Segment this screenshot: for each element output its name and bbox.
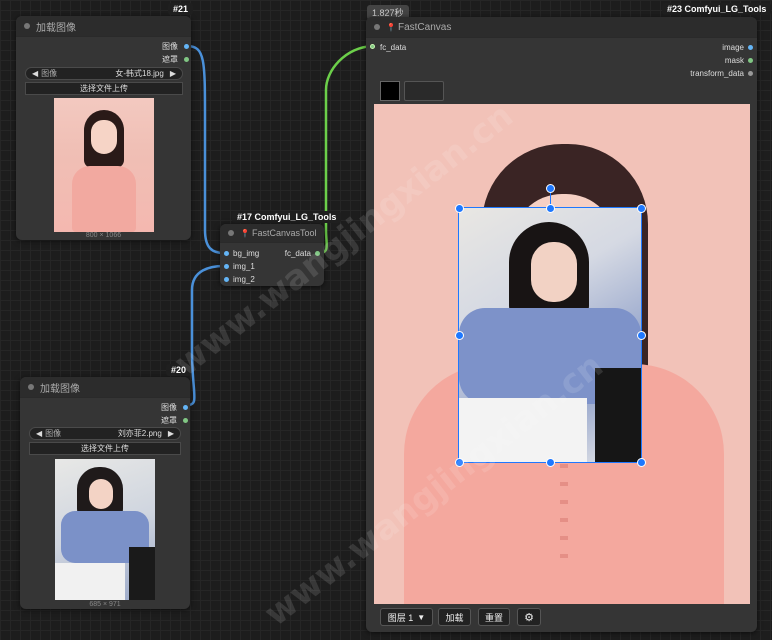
chevron-down-icon: ▼	[417, 612, 426, 622]
resize-handle-right[interactable]	[637, 331, 646, 340]
pin-icon: 📍	[240, 228, 250, 238]
resize-handle-top[interactable]	[546, 204, 555, 213]
rotate-handle[interactable]	[546, 184, 555, 193]
color-swatch-black[interactable]	[380, 81, 400, 101]
fast-canvas-node-23[interactable]: 📍 FastCanvas fc_data image mask transfor…	[366, 17, 757, 632]
output-fc-data-label: fc_data	[284, 249, 311, 258]
node-17-title: FastCanvasTool	[251, 228, 317, 238]
output-image-label: 图像	[161, 403, 177, 412]
input-bg-img-socket[interactable]	[224, 251, 229, 256]
node-21-header[interactable]: 加载图像	[16, 16, 191, 37]
output-fc-data-socket[interactable]	[315, 251, 320, 256]
combo-next-arrow-icon[interactable]: ▶	[168, 429, 174, 438]
layer-dark-shape	[595, 368, 641, 462]
resize-handle-top-right[interactable]	[637, 204, 646, 213]
load-image-node-20[interactable]: 加载图像 图像 遮罩 ◀ 图像 刘亦菲2.png ▶ 选择文件上传 685 × …	[20, 377, 190, 609]
pillow-shape	[55, 563, 125, 600]
node-21-title: 加载图像	[36, 22, 76, 34]
input-bg-img-label: bg_img	[233, 249, 260, 258]
combo-prev-arrow-icon[interactable]: ◀	[32, 69, 38, 78]
upload-button[interactable]: 选择文件上传	[29, 442, 181, 455]
upload-button[interactable]: 选择文件上传	[25, 82, 183, 95]
output-image-label: image	[722, 43, 744, 52]
input-img-2-socket[interactable]	[224, 277, 229, 282]
collapse-dot-icon[interactable]	[374, 24, 380, 30]
node-23-id-badge: #23 Comfyui_LG_Tools	[662, 3, 772, 15]
input-fc-data-socket[interactable]	[370, 44, 375, 49]
input-img-1-label: img_1	[233, 262, 255, 271]
output-mask-label: mask	[724, 56, 744, 65]
node-21-id-badge: #21	[168, 3, 194, 15]
preview-image-21	[54, 98, 154, 232]
node-23-title: FastCanvas	[397, 21, 452, 33]
load-image-node-21[interactable]: 加载图像 图像 遮罩 ◀ 图像 女-韩式18.jpg ▶ 选择文件上传 800 …	[16, 16, 191, 240]
canvas-area[interactable]	[374, 104, 750, 604]
output-image-socket[interactable]	[184, 44, 189, 49]
output-mask-socket[interactable]	[183, 418, 188, 423]
link-image21-bgimg	[186, 44, 225, 255]
resize-handle-top-left[interactable]	[455, 204, 464, 213]
collapse-dot-icon[interactable]	[228, 230, 234, 236]
layer-select-value: 图层 1	[387, 612, 414, 623]
input-img-1-socket[interactable]	[224, 264, 229, 269]
input-img-2-label: img_2	[233, 275, 255, 284]
layer-pillow-shape	[459, 398, 587, 462]
image-size-label: 685 × 971	[89, 601, 121, 608]
node-20-id-badge: #20	[166, 364, 192, 376]
resize-handle-bottom[interactable]	[546, 458, 555, 467]
image-size-label: 800 × 1066	[85, 232, 122, 239]
node-20-header[interactable]: 加载图像	[20, 377, 190, 398]
node-17-header[interactable]: 📍 FastCanvasTool	[220, 224, 324, 243]
output-mask-socket[interactable]	[184, 57, 189, 62]
color-swatch-empty[interactable]	[404, 81, 444, 101]
output-mask-label: 遮罩	[161, 416, 177, 425]
node-20-title: 加载图像	[40, 383, 80, 395]
combo-label: 图像	[45, 429, 62, 438]
dark-right-shape	[129, 547, 155, 600]
combo-prev-arrow-icon[interactable]: ◀	[36, 429, 42, 438]
layer-select[interactable]: 图层 1 ▼	[380, 608, 433, 626]
resize-handle-bottom-left[interactable]	[455, 458, 464, 467]
selected-layer-image[interactable]	[458, 207, 642, 463]
output-mask-socket[interactable]	[748, 58, 753, 63]
person-top-shape	[72, 166, 136, 232]
input-fc-data-label: fc_data	[380, 43, 407, 52]
node-17-id-badge: #17 Comfyui_LG_Tools	[232, 211, 342, 223]
combo-value: 刘亦菲2.png	[117, 429, 162, 438]
image-combo-widget[interactable]: ◀ 图像 刘亦菲2.png ▶	[29, 427, 181, 440]
person-face-shape	[89, 479, 113, 509]
layer-face-shape	[531, 242, 577, 302]
bg-button-row	[560, 464, 568, 564]
link-image20-img1	[186, 264, 225, 407]
fast-canvas-tool-node-17[interactable]: 📍 FastCanvasTool bg_img img_1 img_2 fc_d…	[220, 224, 324, 286]
output-transform-data-label: transform_data	[690, 69, 744, 78]
resize-handle-left[interactable]	[455, 331, 464, 340]
gear-icon[interactable]: ⚙	[517, 608, 541, 626]
reset-button[interactable]: 重置	[478, 608, 510, 626]
output-image-socket[interactable]	[748, 45, 753, 50]
output-transform-data-socket[interactable]	[748, 71, 753, 76]
pin-icon: 📍	[386, 22, 396, 32]
combo-value: 女-韩式18.jpg	[115, 69, 164, 78]
output-image-socket[interactable]	[183, 405, 188, 410]
preview-image-20	[55, 459, 155, 600]
node-23-header[interactable]: 📍 FastCanvas	[366, 17, 757, 38]
collapse-dot-icon[interactable]	[24, 23, 30, 29]
output-mask-label: 遮罩	[162, 55, 178, 64]
add-button[interactable]: 加载	[438, 608, 471, 626]
combo-label: 图像	[41, 69, 58, 78]
person-face-shape	[91, 120, 117, 154]
image-combo-widget[interactable]: ◀ 图像 女-韩式18.jpg ▶	[25, 67, 183, 80]
combo-next-arrow-icon[interactable]: ▶	[170, 69, 176, 78]
output-image-label: 图像	[162, 42, 178, 51]
resize-handle-bottom-right[interactable]	[637, 458, 646, 467]
collapse-dot-icon[interactable]	[28, 384, 34, 390]
